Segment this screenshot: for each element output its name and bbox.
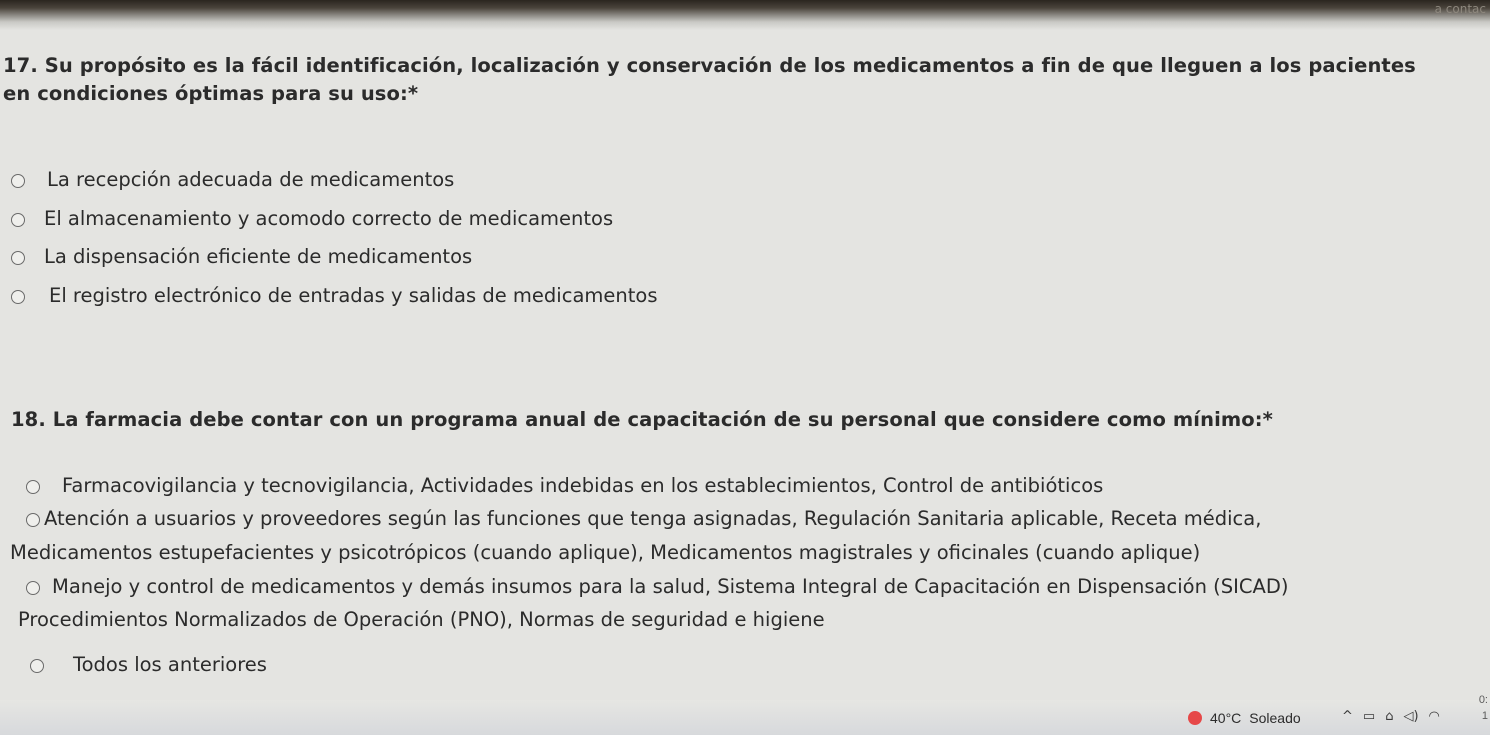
browser-top-bar: a contac [0, 0, 1490, 30]
option-18-a[interactable]: Farmacovigilancia y tecnovigilancia, Act… [26, 469, 1288, 502]
option-label: Medicamentos estupefacientes y psicotróp… [10, 541, 1201, 564]
option-18-d[interactable]: Manejo y control de medicamentos y demás… [26, 570, 1288, 603]
volume-icon[interactable]: ◁) [1403, 709, 1418, 724]
option-17-a[interactable]: La recepción adecuada de medicamentos [11, 163, 657, 202]
question-17: 17. Su propósito es la fácil identificac… [0, 52, 1490, 307]
sun-icon [1188, 711, 1202, 725]
clock[interactable]: 0: 1 [1479, 692, 1488, 724]
battery-icon[interactable]: ▭ [1363, 709, 1375, 724]
temperature: 40°C [1210, 710, 1242, 726]
radio-button[interactable] [26, 480, 40, 494]
question-18: 18. La farmacia debe contar con un progr… [0, 406, 1490, 676]
chevron-up-icon[interactable]: ^ [1342, 709, 1353, 724]
option-label: Atención a usuarios y proveedores según … [44, 507, 1262, 530]
radio-button[interactable] [30, 659, 44, 673]
option-label: Todos los anteriores [73, 653, 267, 676]
question-17-title-line1: 17. Su propósito es la fácil identificac… [3, 54, 1416, 77]
cloud-icon[interactable]: ◠ [1429, 709, 1440, 724]
option-18-e[interactable]: Procedimientos Normalizados de Operación… [18, 603, 1288, 648]
weather-widget[interactable]: 40°C Soleado [1188, 710, 1309, 726]
question-17-title: 17. Su propósito es la fácil identificac… [0, 52, 1490, 108]
radio-button[interactable] [11, 213, 25, 227]
weather-condition: Soleado [1249, 710, 1301, 726]
radio-button[interactable] [11, 290, 25, 304]
option-label: Procedimientos Normalizados de Operación… [18, 608, 825, 631]
option-label: El almacenamiento y acomodo correcto de … [44, 207, 614, 230]
option-label: Manejo y control de medicamentos y demás… [52, 575, 1289, 598]
option-label: La recepción adecuada de medicamentos [47, 168, 455, 191]
radio-button[interactable] [26, 581, 40, 595]
radio-button[interactable] [26, 513, 40, 527]
clock-time: 0: [1478, 694, 1488, 706]
radio-button[interactable] [11, 174, 25, 188]
option-18-c[interactable]: Medicamentos estupefacientes y psicotróp… [10, 536, 1288, 570]
clock-date: 1 [1481, 710, 1488, 722]
taskbar: 40°C Soleado ^ ▭ ⌂ ◁) ◠ 0: 1 [0, 694, 1490, 735]
question-17-options: La recepción adecuada de medicamentos El… [11, 163, 657, 317]
option-label: El registro electrónico de entradas y sa… [49, 284, 658, 307]
radio-button[interactable] [11, 251, 25, 265]
option-18-b[interactable]: Atención a usuarios y proveedores según … [26, 502, 1288, 536]
option-18-f[interactable]: Todos los anteriores [30, 648, 1288, 682]
question-18-title: 18. La farmacia debe contar con un progr… [11, 408, 1273, 431]
option-17-c[interactable]: La dispensación eficiente de medicamento… [11, 240, 657, 279]
question-17-title-line2: en condiciones óptimas para su uso:* [3, 82, 419, 105]
option-label: La dispensación eficiente de medicamento… [44, 245, 473, 268]
option-label: Farmacovigilancia y tecnovigilancia, Act… [62, 474, 1104, 497]
option-17-b[interactable]: El almacenamiento y acomodo correcto de … [11, 202, 657, 240]
option-17-d[interactable]: El registro electrónico de entradas y sa… [11, 279, 657, 317]
corner-text: a contac [1434, 2, 1486, 16]
question-18-options: Farmacovigilancia y tecnovigilancia, Act… [10, 469, 1288, 682]
network-icon[interactable]: ⌂ [1385, 709, 1393, 724]
system-tray: ^ ▭ ⌂ ◁) ◠ [1342, 709, 1450, 724]
